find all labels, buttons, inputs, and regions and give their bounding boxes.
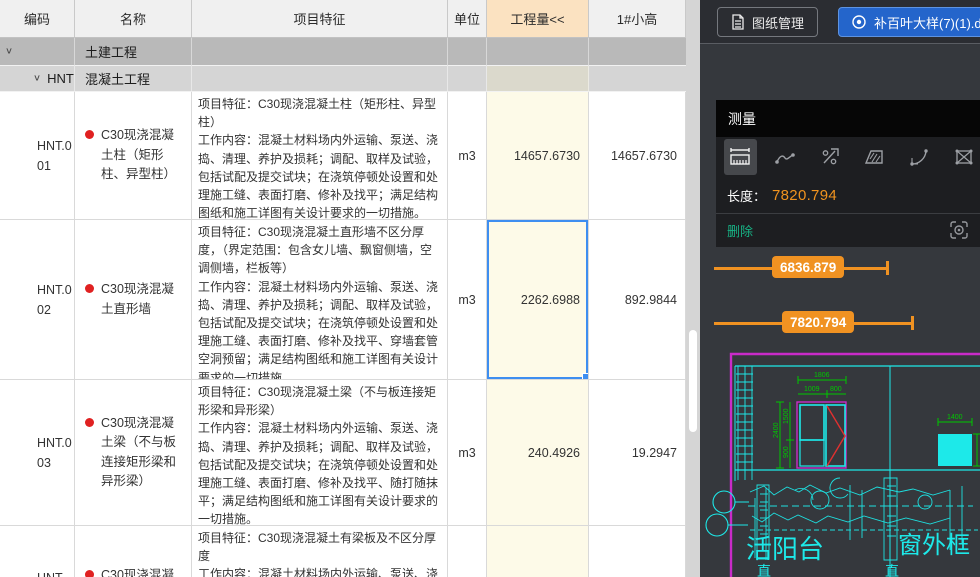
chevron-down-icon[interactable]: ∨	[33, 74, 41, 83]
length-readout: 长度： 7820.794	[716, 177, 980, 213]
cad-canvas[interactable]: 测量	[700, 45, 980, 577]
percent-icon	[819, 146, 841, 168]
header-code[interactable]: 编码	[0, 0, 75, 38]
cell-unit[interactable]: m3	[448, 220, 487, 380]
tool-polyline[interactable]	[769, 139, 802, 175]
tool-arc-area[interactable]	[903, 139, 936, 175]
red-dot-icon	[85, 418, 94, 427]
cad-dim-h2: 900	[783, 446, 790, 458]
arc-icon	[908, 146, 930, 168]
cell-code[interactable]: HNT.003	[0, 380, 75, 526]
boq-table: 编码 名称 项目特征 单位 工程量<< 1#小高 ∨ 土建工程 ∨ HNT 混凝土…	[0, 0, 700, 577]
header-name[interactable]: 名称	[75, 0, 192, 38]
active-drawing-tab[interactable]: 补百叶大样(7)(1).dw	[838, 7, 980, 37]
table-row: HNT.001 C30现浇混凝土柱（矩形柱、异型柱） 项目特征：C30现浇混凝土…	[0, 92, 686, 220]
cad-drawing: 1806 1009 800 2400 1500 900 1400	[700, 350, 980, 577]
dimension-tick	[911, 316, 914, 330]
cad-text-zhi: 直	[885, 563, 899, 577]
cell-name[interactable]: C30现浇混凝土有梁板	[75, 526, 192, 577]
tool-cross-region[interactable]	[947, 139, 980, 175]
measure-tools	[716, 137, 980, 177]
cell-quantity[interactable]: 14657.6730	[487, 92, 589, 220]
cell-features[interactable]: 项目特征：C30现浇混凝土直形墙不区分厚度，（界定范围：包含女儿墙、飘窗侧墙，空…	[192, 220, 448, 380]
cell-code[interactable]: HNT.001	[0, 92, 75, 220]
measure-panel-title: 测量	[716, 100, 980, 137]
tool-ruler[interactable]	[724, 139, 757, 175]
cad-dim-h-total: 2400	[773, 422, 780, 438]
cell-unit[interactable]: m3	[448, 92, 487, 220]
tool-percent-area[interactable]	[813, 139, 846, 175]
table-row: HNT.002 C30现浇混凝土直形墙 项目特征：C30现浇混凝土直形墙不区分厚…	[0, 220, 686, 380]
red-dot-icon	[85, 284, 94, 293]
cell-unit[interactable]: m3	[448, 380, 487, 526]
vertical-scrollbar[interactable]	[686, 0, 700, 577]
cell-code[interactable]: HNT.002	[0, 220, 75, 380]
cell-features[interactable]: 项目特征：C30现浇混凝土梁（不与板连接矩形梁和异形梁） 工作内容：混凝土材料场…	[192, 380, 448, 526]
length-value: 7820.794	[772, 187, 837, 204]
cell-unit[interactable]	[448, 526, 487, 577]
cell-code[interactable]: HNT.	[0, 526, 75, 577]
chevron-down-icon[interactable]: ∨	[5, 47, 13, 56]
red-dot-icon	[85, 570, 94, 577]
delete-link[interactable]: 删除	[727, 221, 753, 240]
cell-high1[interactable]	[589, 526, 686, 577]
group-label: 土建工程	[75, 38, 192, 66]
cad-dim-w2: 800	[830, 386, 842, 393]
cell-name[interactable]: C30现浇混凝土梁（不与板连接矩形梁和异形梁）	[75, 380, 192, 526]
tool-hatch-area[interactable]	[858, 139, 891, 175]
red-dot-icon	[85, 130, 94, 139]
header-quantity[interactable]: 工程量<<	[487, 0, 589, 38]
cad-text-zhi: 直	[757, 563, 771, 577]
cell-quantity[interactable]	[487, 526, 589, 577]
cell-quantity-selected[interactable]: 2262.6988	[487, 220, 589, 380]
dimension-tick	[886, 261, 889, 275]
group-label: 混凝土工程	[75, 66, 192, 92]
locate-icon[interactable]	[948, 219, 970, 241]
boq-grid: 编码 名称 项目特征 单位 工程量<< 1#小高 ∨ 土建工程 ∨ HNT 混凝土…	[0, 0, 686, 577]
group-row-concrete[interactable]: ∨ HNT 混凝土工程	[0, 66, 686, 92]
document-icon	[731, 14, 745, 30]
cell-name[interactable]: C30现浇混凝土柱（矩形柱、异型柱）	[75, 92, 192, 220]
cad-dim-w1: 1009	[804, 386, 820, 393]
cad-dim-h1: 1500	[783, 408, 790, 424]
ruler-icon	[729, 146, 751, 168]
table-header-row: 编码 名称 项目特征 单位 工程量<< 1#小高	[0, 0, 686, 38]
polyline-icon	[774, 146, 796, 168]
scrollbar-thumb[interactable]	[689, 330, 697, 432]
app-window: 编码 名称 项目特征 单位 工程量<< 1#小高 ∨ 土建工程 ∨ HNT 混凝土…	[0, 0, 980, 577]
group-code: HNT	[47, 71, 74, 86]
length-label: 长度：	[727, 186, 766, 205]
cad-dim-right-w: 1400	[947, 414, 963, 421]
table-row: HNT. C30现浇混凝土有梁板 项目特征：C30现浇混凝土有梁板及不区分厚度 …	[0, 526, 686, 577]
drawing-manager-button[interactable]: 图纸管理	[717, 7, 818, 37]
measure-panel: 测量	[716, 100, 980, 247]
dimension-label: 7820.794	[782, 311, 854, 333]
dimension-label: 6836.879	[772, 256, 844, 278]
cad-text-balcony: 活阳台	[746, 534, 824, 564]
cad-dim-w-total: 1806	[814, 372, 830, 379]
cad-viewer-panel: 图纸管理 补百叶大样(7)(1).dw 测量	[700, 0, 980, 577]
viewer-topbar: 图纸管理 补百叶大样(7)(1).dw	[700, 0, 980, 44]
header-unit[interactable]: 单位	[448, 0, 487, 38]
cell-high1[interactable]: 892.9844	[589, 220, 686, 380]
cell-high1[interactable]: 19.2947	[589, 380, 686, 526]
eye-icon	[851, 14, 867, 30]
hatch-area-icon	[863, 146, 885, 168]
header-features[interactable]: 项目特征	[192, 0, 448, 38]
cell-features[interactable]: 项目特征：C30现浇混凝土柱（矩形柱、异型柱） 工作内容：混凝土材料场内外运输、…	[192, 92, 448, 220]
header-high1[interactable]: 1#小高	[589, 0, 686, 38]
cell-features[interactable]: 项目特征：C30现浇混凝土有梁板及不区分厚度 工作内容：混凝土材料场内外运输、泵…	[192, 526, 448, 577]
table-row: HNT.003 C30现浇混凝土梁（不与板连接矩形梁和异形梁） 项目特征：C30…	[0, 380, 686, 526]
cell-name[interactable]: C30现浇混凝土直形墙	[75, 220, 192, 380]
group-row-civil[interactable]: ∨ 土建工程	[0, 38, 686, 66]
cad-text-window-frame: 窗外框	[898, 532, 970, 559]
cross-region-icon	[953, 146, 975, 168]
cell-high1[interactable]: 14657.6730	[589, 92, 686, 220]
selection-handle[interactable]	[582, 373, 589, 380]
cell-quantity[interactable]: 240.4926	[487, 380, 589, 526]
